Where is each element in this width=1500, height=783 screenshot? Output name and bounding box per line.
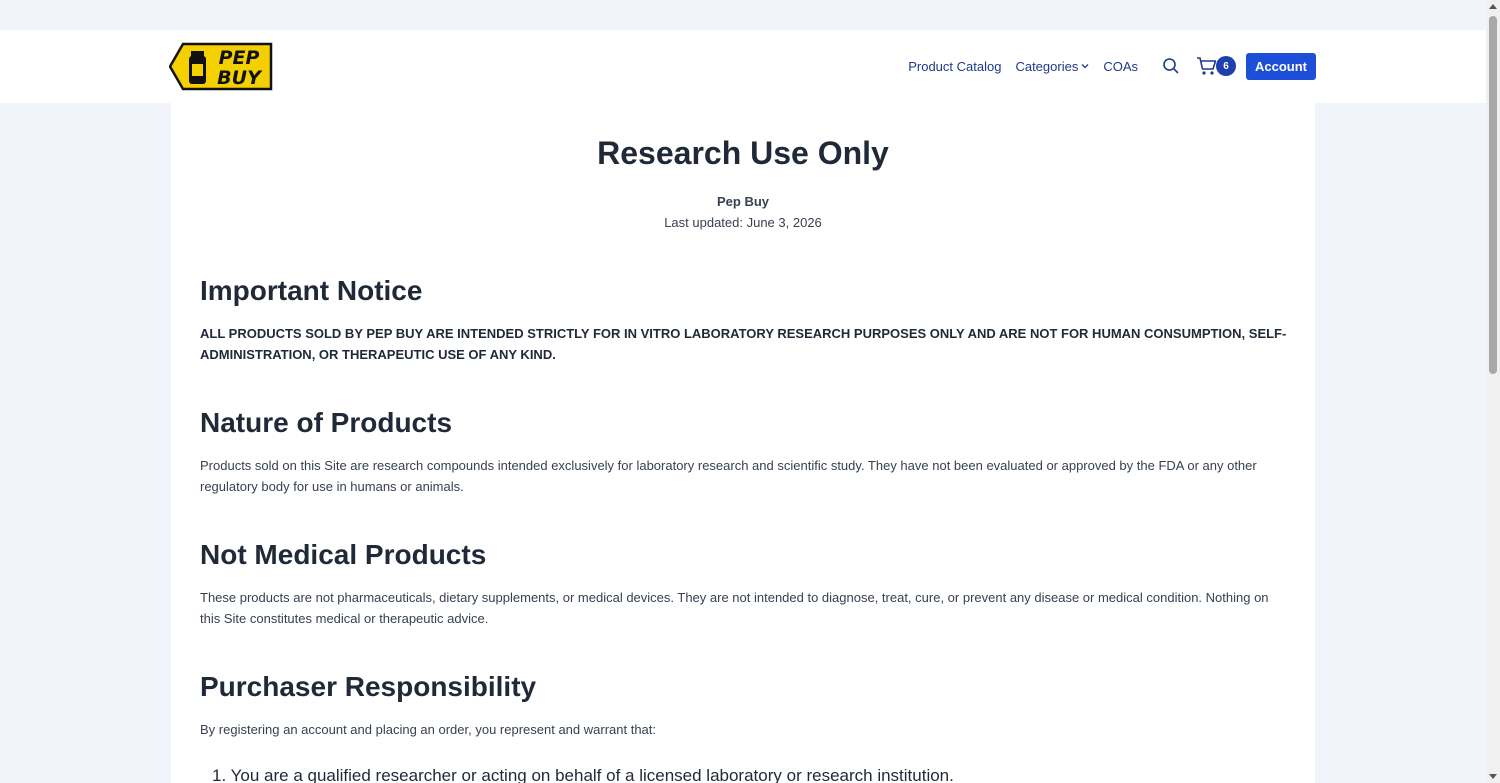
section-body-nature-of-products: Products sold on this Site are research … <box>200 458 1257 494</box>
last-updated: Last updated: June 3, 2026 <box>664 215 822 230</box>
nav-coas[interactable]: COAs <box>1103 59 1138 74</box>
main-content: Research Use Only Pep Buy Last updated: … <box>171 103 1315 783</box>
section-body-purchaser-responsibility: By registering an account and placing an… <box>200 722 657 737</box>
nav-categories-label: Categories <box>1015 58 1079 74</box>
page-title: Research Use Only <box>597 135 889 171</box>
section-heading-purchaser-responsibility: Purchaser Responsibility <box>200 671 537 702</box>
logo-text-line2: BUY <box>217 67 263 89</box>
scrollbar-thumb[interactable] <box>1489 16 1497 374</box>
warranty-list: 1. You are a qualified researcher or act… <box>200 766 954 783</box>
list-item: 1. You are a qualified researcher or act… <box>200 766 954 783</box>
section-body-important-notice: ALL PRODUCTS SOLD BY PEP BUY ARE INTENDE… <box>200 326 1287 362</box>
section-body-not-medical-products: These products are not pharmaceuticals, … <box>200 590 1269 626</box>
cart-count-badge: 6 <box>1216 56 1236 76</box>
logo-text-line1: PEP <box>219 47 260 69</box>
scroll-up-arrow-icon[interactable] <box>1489 4 1497 9</box>
site-header: PEP BUY Product Catalog Categories COAs … <box>0 30 1486 103</box>
account-button[interactable]: Account <box>1246 52 1316 80</box>
pep-buy-logo[interactable]: PEP BUY <box>168 42 273 91</box>
nav-product-catalog[interactable]: Product Catalog <box>908 59 1001 74</box>
main-nav: Product Catalog Categories COAs 6 Accoun… <box>908 52 1316 80</box>
list-item-marker: 1. <box>212 766 227 783</box>
nav-categories[interactable]: Categories <box>1015 59 1089 74</box>
search-button[interactable] <box>1162 57 1180 75</box>
page-scrollbar[interactable] <box>1486 0 1500 783</box>
section-heading-not-medical-products: Not Medical Products <box>200 539 487 570</box>
cart-icon <box>1197 57 1217 75</box>
cart-button[interactable]: 6 <box>1196 56 1236 76</box>
list-item-text: You are a qualified researcher or acting… <box>230 766 954 783</box>
chevron-down-icon <box>1081 64 1089 69</box>
section-heading-nature-of-products: Nature of Products <box>200 407 453 438</box>
scroll-down-arrow-icon[interactable] <box>1489 774 1497 779</box>
section-heading-important-notice: Important Notice <box>200 275 423 306</box>
search-icon <box>1163 58 1179 74</box>
company-name: Pep Buy <box>716 194 769 209</box>
